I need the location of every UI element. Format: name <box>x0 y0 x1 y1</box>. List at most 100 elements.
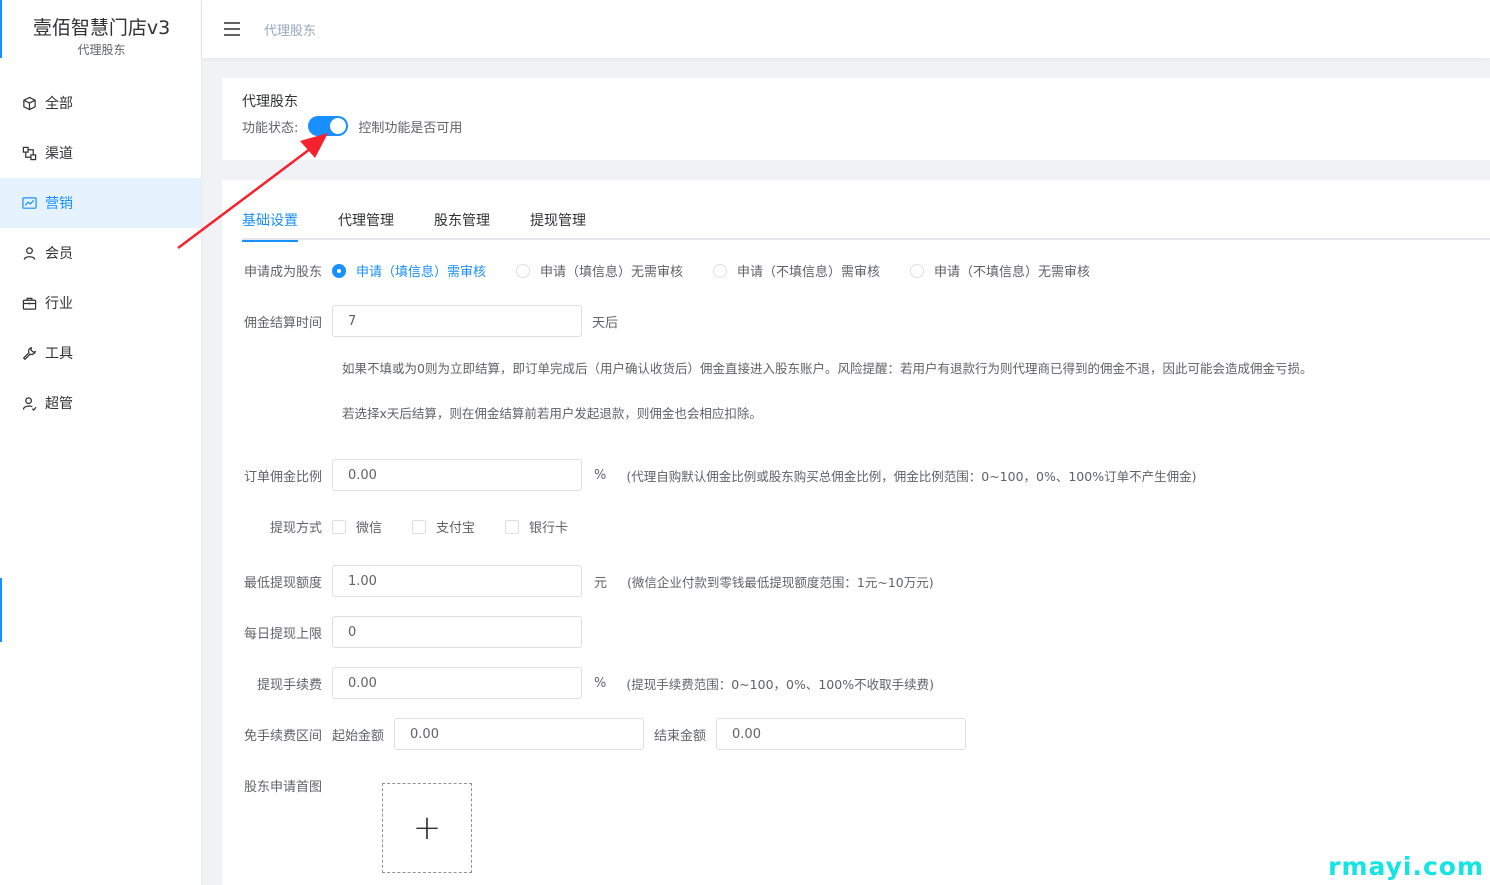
free-range-start-input[interactable] <box>394 718 645 750</box>
apply-radio-noinfo-no-review[interactable]: 申请（不填信息）无需审核 <box>910 261 1090 280</box>
ratio-hint: (代理自购默认佣金比例或股东购买总佣金比例，佣金比例范围：0~100，0%、10… <box>626 468 1197 484</box>
cube-icon <box>23 96 36 110</box>
sidebar-item-industry[interactable]: 行业 <box>0 278 201 328</box>
withdraw-bankcard-checkbox[interactable]: 银行卡 <box>505 517 568 536</box>
status-label: 功能状态: <box>242 120 299 136</box>
min-withdraw-label: 最低提现额度 <box>243 575 322 591</box>
settle-label: 佣金结算时间 <box>243 315 322 331</box>
fee-row: 提现手续费 % (提现手续费范围：0~100，0%、100%不收取手续费) <box>222 667 934 699</box>
watermark: rmayi.com <box>1328 852 1484 881</box>
wrench-icon <box>22 346 37 360</box>
page-title: 代理股东 <box>242 94 298 110</box>
checkbox-box <box>332 519 346 534</box>
withdraw-method-label: 提现方式 <box>269 521 322 536</box>
sidebar: 壹佰智慧门店v3 代理股东 全部 渠道 营销 会员 行业 工具 超管 <box>0 0 202 885</box>
tabs: 基础设置 代理管理 股东管理 提现管理 <box>242 202 1490 242</box>
settings-card: 基础设置 代理管理 股东管理 提现管理 申请成为股东 申请（填信息）需审核 申请… <box>222 180 1490 885</box>
withdraw-method-row: 提现方式 微信 支付宝 银行卡 <box>222 517 598 536</box>
sidebar-item-all[interactable]: 全部 <box>0 78 201 128</box>
chart-icon <box>22 196 37 209</box>
fee-input[interactable] <box>332 667 582 699</box>
free-range-end-label: 结束金额 <box>654 728 707 744</box>
admin-icon <box>22 396 37 411</box>
sidebar-item-tools[interactable]: 工具 <box>0 328 201 378</box>
radio-label: 申请（填信息）无需审核 <box>540 265 684 280</box>
free-range-end-input[interactable] <box>716 718 967 750</box>
status-row: 功能状态: 控制功能是否可用 <box>242 116 1470 136</box>
tab-basic-settings[interactable]: 基础设置 <box>242 202 298 242</box>
sidebar-accent-bar <box>0 578 2 642</box>
radio-dot <box>713 263 728 278</box>
withdraw-wechat-checkbox[interactable]: 微信 <box>332 517 382 536</box>
top-header: 代理股东 <box>202 0 1490 58</box>
brand: 壹佰智慧门店v3 代理股东 <box>0 0 201 58</box>
settle-days-input[interactable] <box>332 305 582 337</box>
sidebar-item-label: 超管 <box>45 396 73 412</box>
free-range-row: 免手续费区间 起始金额 结束金额 <box>222 718 967 750</box>
breadcrumb: 代理股东 <box>264 23 317 39</box>
status-description: 控制功能是否可用 <box>358 120 463 136</box>
radio-label: 申请（填信息）需审核 <box>356 265 487 280</box>
brand-subtitle: 代理股东 <box>77 43 126 57</box>
plus-icon: + <box>412 808 442 848</box>
min-withdraw-row: 最低提现额度 元 (微信企业付款到零钱最低提现额度范围：1元~10万元) <box>222 565 934 597</box>
daily-limit-label: 每日提现上限 <box>243 626 322 642</box>
user-icon <box>23 246 36 260</box>
channel-icon <box>22 146 37 160</box>
sidebar-item-channel[interactable]: 渠道 <box>0 128 201 178</box>
min-withdraw-suffix: 元 <box>594 575 608 591</box>
ratio-input[interactable] <box>332 459 582 491</box>
checkbox-label: 微信 <box>356 521 383 536</box>
withdraw-alipay-checkbox[interactable]: 支付宝 <box>412 517 475 536</box>
fee-hint: (提现手续费范围：0~100，0%、100%不收取手续费) <box>626 676 934 692</box>
checkbox-label: 银行卡 <box>529 521 569 536</box>
radio-label: 申请（不填信息）无需审核 <box>934 265 1091 280</box>
sidebar-item-label: 全部 <box>45 96 73 112</box>
briefcase-icon <box>22 297 37 310</box>
radio-dot <box>332 263 346 278</box>
tab-shareholder-management[interactable]: 股东管理 <box>434 202 490 240</box>
apply-label: 申请成为股东 <box>243 265 322 280</box>
sidebar-item-member[interactable]: 会员 <box>0 228 201 278</box>
min-withdraw-input[interactable] <box>332 565 582 597</box>
sidebar-nav: 全部 渠道 营销 会员 行业 工具 超管 <box>0 78 201 428</box>
apply-radio-info-review[interactable]: 申请（填信息）需审核 <box>332 261 486 280</box>
settle-suffix: 天后 <box>592 315 619 331</box>
checkbox-label: 支付宝 <box>436 521 476 536</box>
status-switch[interactable] <box>308 116 349 136</box>
sidebar-item-label: 工具 <box>45 346 73 362</box>
free-range-label: 免手续费区间 <box>243 728 322 744</box>
daily-limit-input[interactable] <box>332 616 582 648</box>
menu-toggle-icon[interactable] <box>224 22 240 36</box>
apply-radio-info-no-review[interactable]: 申请（填信息）无需审核 <box>516 261 683 280</box>
ratio-suffix: % <box>594 467 607 483</box>
status-card: 代理股东 功能状态: 控制功能是否可用 <box>222 78 1490 160</box>
sidebar-item-admin[interactable]: 超管 <box>0 378 201 428</box>
banner-row: 股东申请首图 <box>222 776 332 795</box>
settle-note-2: 若选择x天后结算，则在佣金结算前若用户发起退款，则佣金也会相应扣除。 <box>342 406 762 421</box>
apply-radio-noinfo-review[interactable]: 申请（不填信息）需审核 <box>713 261 880 280</box>
settle-note-1: 如果不填或为0则为立即结算，即订单完成后（用户确认收货后）佣金直接进入股东账户。… <box>342 361 1313 376</box>
sidebar-item-label: 营销 <box>45 196 73 212</box>
settle-row: 佣金结算时间 天后 <box>222 305 618 337</box>
sidebar-item-label: 会员 <box>45 246 73 262</box>
radio-dot <box>910 263 925 278</box>
radio-dot <box>516 263 531 278</box>
sidebar-item-marketing[interactable]: 营销 <box>0 178 201 228</box>
apply-row: 申请成为股东 申请（填信息）需审核 申请（填信息）无需审核 申请（不填信息）需审… <box>222 261 1120 280</box>
fee-suffix: % <box>594 675 607 691</box>
daily-limit-row: 每日提现上限 <box>222 616 582 648</box>
tab-withdraw-management[interactable]: 提现管理 <box>530 202 586 240</box>
ratio-row: 订单佣金比例 % (代理自购默认佣金比例或股东购买总佣金比例，佣金比例范围：0~… <box>222 459 1196 491</box>
sidebar-item-label: 行业 <box>45 296 73 312</box>
tab-agent-management[interactable]: 代理管理 <box>338 202 394 240</box>
fee-label: 提现手续费 <box>256 677 322 693</box>
banner-upload-button[interactable]: + <box>382 783 472 873</box>
sidebar-item-label: 渠道 <box>45 146 73 162</box>
checkbox-box <box>412 519 427 534</box>
min-withdraw-hint: (微信企业付款到零钱最低提现额度范围：1元~10万元) <box>627 574 934 590</box>
radio-label: 申请（不填信息）需审核 <box>737 265 881 280</box>
free-range-start-label: 起始金额 <box>332 728 385 744</box>
banner-label: 股东申请首图 <box>243 780 322 795</box>
brand-name: 壹佰智慧门店v3 <box>32 17 171 39</box>
